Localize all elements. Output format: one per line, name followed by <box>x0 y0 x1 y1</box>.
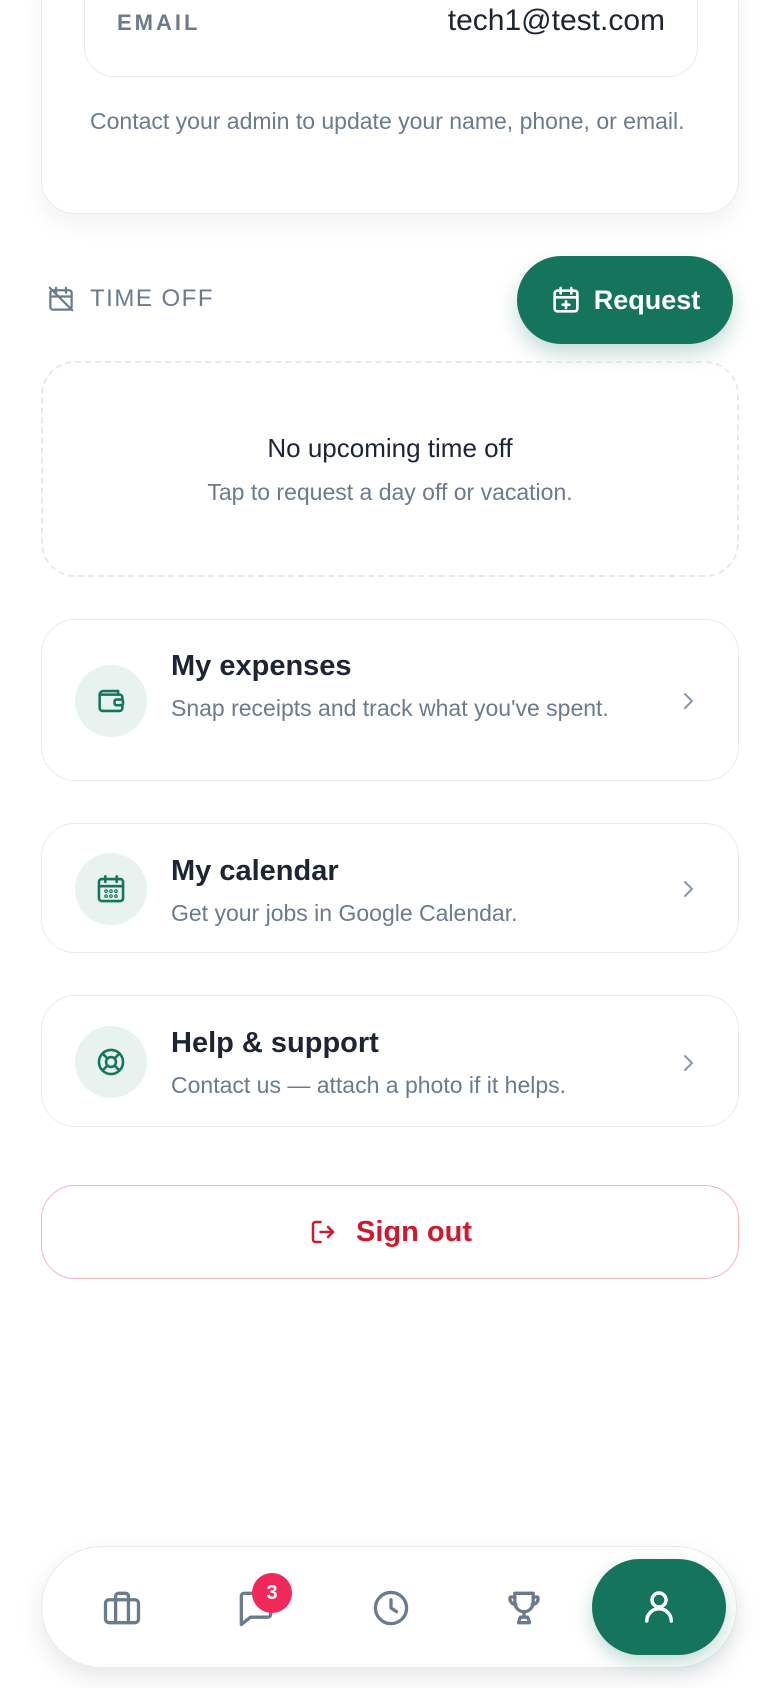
nav-jobs-briefcase-icon[interactable] <box>82 1568 162 1648</box>
calendar-off-icon <box>46 284 76 314</box>
menu-subtitle: Snap receipts and track what you've spen… <box>171 695 609 721</box>
nav-profile-user-icon[interactable] <box>592 1559 726 1655</box>
time-off-title: TIME OFF <box>90 285 214 312</box>
sign-out-label: Sign out <box>356 1215 472 1248</box>
chevron-right-icon <box>676 877 700 901</box>
time-off-header: TIME OFF <box>46 284 214 314</box>
time-off-empty-card[interactable]: No upcoming time off Tap to request a da… <box>41 361 739 577</box>
sign-out-button[interactable]: Sign out <box>41 1185 739 1279</box>
menu-item-help-support[interactable]: Help & support Contact us — attach a pho… <box>41 995 739 1127</box>
email-row: EMAIL tech1@test.com <box>84 0 698 77</box>
menu-item-expenses[interactable]: My expenses Snap receipts and track what… <box>41 619 739 781</box>
email-label: EMAIL <box>117 10 201 35</box>
menu-title: My calendar <box>171 855 339 887</box>
chevron-right-icon <box>676 1051 700 1075</box>
empty-subtitle: Tap to request a day off or vacation. <box>207 479 573 505</box>
calendar-icon <box>75 853 147 925</box>
messages-badge: 3 <box>252 1573 292 1613</box>
bottom-navigation: 3 <box>41 1546 737 1668</box>
lifebuoy-icon <box>75 1026 147 1098</box>
wallet-icon <box>75 665 147 737</box>
request-time-off-button[interactable]: Request <box>517 256 733 344</box>
nav-leaderboard-trophy-icon[interactable] <box>484 1568 564 1648</box>
menu-subtitle: Contact us — attach a photo if it helps. <box>171 1072 567 1098</box>
logout-icon <box>308 1217 338 1247</box>
menu-subtitle: Get your jobs in Google Calendar. <box>171 900 518 926</box>
chevron-right-icon <box>676 689 700 713</box>
menu-title: My expenses <box>171 650 352 682</box>
account-info-card: EMAIL tech1@test.com Contact your admin … <box>41 0 739 214</box>
nav-time-clock-icon[interactable] <box>351 1568 431 1648</box>
menu-title: Help & support <box>171 1027 379 1059</box>
calendar-plus-icon <box>550 284 582 316</box>
account-note: Contact your admin to update your name, … <box>90 108 685 134</box>
email-value: tech1@test.com <box>447 4 665 37</box>
menu-item-calendar[interactable]: My calendar Get your jobs in Google Cale… <box>41 823 739 953</box>
empty-title: No upcoming time off <box>267 433 513 463</box>
request-button-label: Request <box>593 284 701 315</box>
